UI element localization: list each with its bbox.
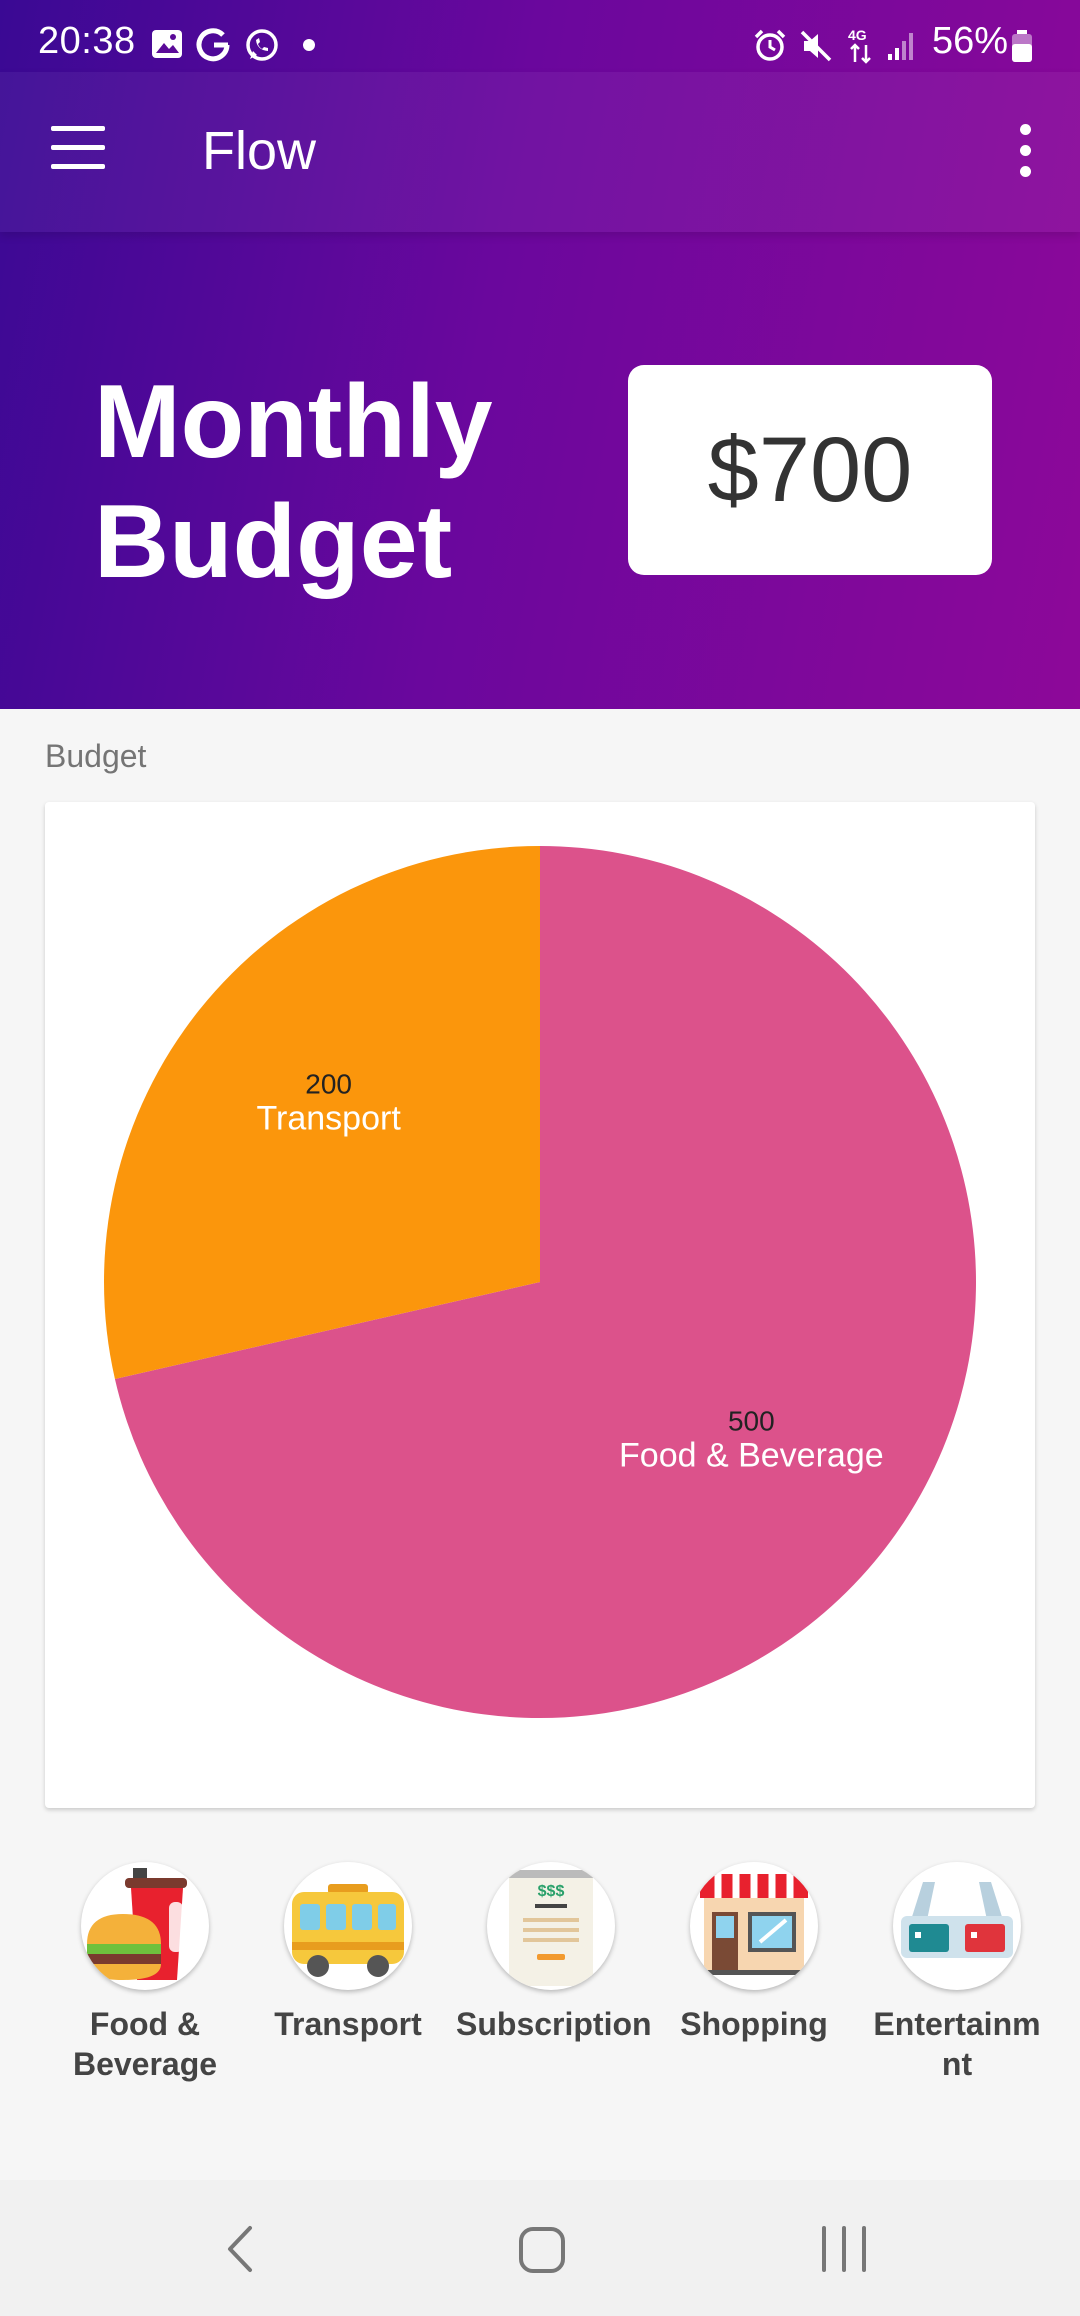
- app-bar: [0, 72, 1080, 232]
- back-icon: [228, 2226, 252, 2272]
- more-vert-icon: [1019, 124, 1031, 135]
- burger-drink-icon: [81, 1862, 209, 1990]
- hamburger-icon: [51, 126, 105, 131]
- whatsapp-icon: [246, 29, 278, 61]
- svg-text:4G: 4G: [848, 27, 867, 43]
- menu-button[interactable]: [46, 126, 110, 176]
- recents-button[interactable]: [804, 2216, 884, 2282]
- notification-dot-icon: [303, 39, 315, 51]
- status-bar: 20:38 4G 56%: [0, 0, 1080, 72]
- hero-title: Monthly Budget: [94, 362, 514, 602]
- chart-card: 500 Food & Beverage 200 Transport: [45, 802, 1035, 1808]
- category-label: Food & Beverage: [72, 2006, 218, 2082]
- budget-amount: $700: [707, 418, 913, 521]
- category-shopping[interactable]: Shopping: [659, 1862, 849, 2044]
- more-options-button[interactable]: [1005, 124, 1045, 186]
- battery-percent: 56%: [932, 20, 1009, 62]
- category-subscription[interactable]: $$$ Subscription: [456, 1862, 652, 2044]
- receipt-icon: $$$: [487, 1862, 615, 1990]
- google-icon: [196, 28, 230, 62]
- mute-icon: [800, 30, 832, 62]
- status-time: 20:38: [38, 20, 136, 62]
- pie-value-label: 500: [728, 1406, 775, 1437]
- category-entertainment[interactable]: Entertainm nt: [862, 1862, 1052, 2084]
- app-title: Flow: [202, 121, 317, 181]
- hero-title-line2: Budget: [94, 484, 453, 600]
- 3d-glasses-icon: [893, 1862, 1021, 1990]
- battery-icon: [1012, 30, 1032, 62]
- bus-icon: [284, 1862, 412, 1990]
- pie-chart[interactable]: 500Food & Beverage 200Transport: [45, 802, 1035, 1808]
- pie-value-label: 200: [305, 1068, 352, 1099]
- category-label: Shopping: [680, 2006, 828, 2042]
- hero-title-line1: Monthly: [94, 364, 493, 480]
- recents-icon: [822, 2226, 866, 2272]
- 4g-data-icon: 4G: [848, 27, 871, 64]
- back-button[interactable]: [200, 2216, 280, 2282]
- alarm-icon: [754, 29, 786, 61]
- signal-icon: [888, 33, 913, 60]
- home-icon: [519, 2227, 565, 2273]
- home-button[interactable]: [502, 2216, 582, 2282]
- section-label: Budget: [45, 738, 147, 774]
- svg-text:$$$: $$$: [538, 1883, 565, 1900]
- pie-category-label: Food & Beverage: [619, 1437, 884, 1475]
- pie-category-label: Transport: [257, 1099, 402, 1137]
- store-icon: [690, 1862, 818, 1990]
- category-transport[interactable]: Transport: [253, 1862, 443, 2044]
- category-label: Subscription: [456, 2006, 652, 2042]
- system-nav-bar: [0, 2180, 1080, 2316]
- category-food-beverage[interactable]: Food & Beverage: [50, 1862, 240, 2084]
- category-label: Entertainm nt: [873, 2006, 1041, 2082]
- category-label: Transport: [274, 2006, 422, 2042]
- gallery-icon: [152, 30, 182, 58]
- budget-amount-box[interactable]: $700: [628, 365, 992, 575]
